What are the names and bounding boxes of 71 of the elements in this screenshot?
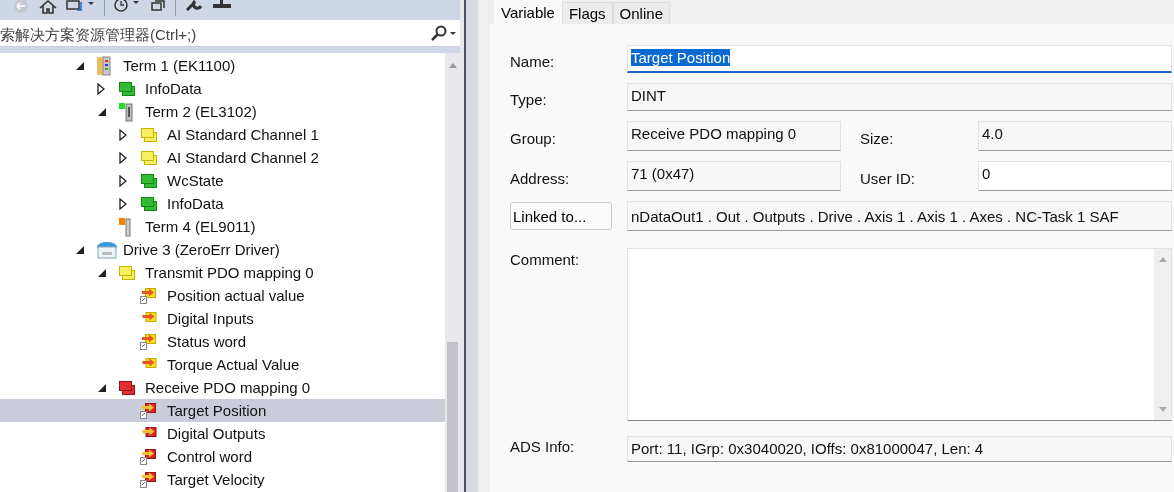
expanded-arrow-icon[interactable]	[75, 60, 85, 71]
tree-item[interactable]: Target Position	[0, 399, 445, 422]
folder-group-icon	[118, 80, 136, 97]
tree-item[interactable]: Status word	[0, 330, 445, 353]
tree-item[interactable]: Target Velocity	[0, 468, 445, 491]
field-label: Name:	[510, 52, 556, 70]
expanded-arrow-icon[interactable]	[97, 106, 107, 117]
folder-group-icon	[140, 149, 158, 166]
tree-item[interactable]: Receive PDO mapping 0	[0, 376, 445, 399]
tree-item[interactable]: AI Standard Channel 1	[0, 123, 445, 146]
tree-item[interactable]: Transmit PDO mapping 0	[0, 261, 445, 284]
collapsed-arrow-icon[interactable]	[119, 151, 127, 164]
field-label: Address:	[510, 169, 571, 187]
tree-item[interactable]: Term 2 (EL3102)	[0, 100, 445, 123]
tree-item[interactable]: InfoData	[0, 77, 445, 100]
size-field: 4.0	[978, 121, 1172, 151]
tree-item[interactable]: WcState	[0, 169, 445, 192]
type-field: DINT	[627, 83, 1172, 111]
collapsed-arrow-icon[interactable]	[97, 82, 105, 95]
splitter[interactable]	[460, 0, 480, 492]
coupler-module-icon	[96, 55, 112, 76]
collapsed-arrow-icon[interactable]	[119, 174, 127, 187]
ads-info-field: Port: 11, IGrp: 0x3040020, IOffs: 0x81000047, Len: 4	[627, 436, 1172, 462]
field-label: User ID:	[859, 169, 916, 187]
field-label: Group:	[510, 129, 557, 147]
tree-item[interactable]: InfoData	[0, 192, 445, 215]
collapsed-arrow-icon[interactable]	[119, 197, 127, 210]
field-label: Comment:	[510, 250, 581, 268]
tab[interactable]: Online	[612, 2, 670, 24]
linked-variable-icon	[140, 471, 157, 488]
tree-item[interactable]: Control word	[0, 445, 445, 468]
tree-item[interactable]: Digital Outputs	[0, 422, 445, 445]
field-label: ADS Info:	[510, 437, 576, 455]
scrollbar[interactable]	[445, 53, 460, 492]
linked-variable-icon	[140, 333, 157, 350]
tree-item[interactable]: Term 1 (EK1100)	[0, 54, 445, 77]
folder-group-icon	[140, 195, 158, 212]
linked-variable-icon	[140, 287, 157, 304]
linked-to-button[interactable]: Linked to...	[510, 202, 612, 230]
folder-group-icon	[118, 264, 136, 281]
folder-group-icon	[140, 126, 158, 143]
drive-device-icon	[96, 240, 118, 259]
variable-icon	[142, 312, 157, 322]
linked-variable-icon	[140, 448, 157, 465]
expanded-arrow-icon[interactable]	[97, 382, 107, 393]
tree-item[interactable]: Term 4 (EL9011)	[0, 215, 445, 238]
search-field[interactable]: 索解决方案资源管理器(Ctrl+;)	[0, 25, 430, 43]
linked-variable-icon	[140, 402, 157, 419]
address-field: 71 (0x47)	[627, 161, 841, 191]
field-label: Size:	[859, 129, 895, 147]
tree-item[interactable]: AI Standard Channel 2	[0, 146, 445, 169]
tree-item[interactable]: Digital Inputs	[0, 307, 445, 330]
user-id-field[interactable]: 0	[978, 161, 1172, 191]
tree-item[interactable]: Position actual value	[0, 284, 445, 307]
variable-icon	[142, 358, 157, 368]
expanded-arrow-icon[interactable]	[97, 267, 107, 278]
tree-item[interactable]: Torque Actual Value	[0, 353, 445, 376]
expanded-arrow-icon[interactable]	[75, 244, 85, 255]
collapsed-arrow-icon[interactable]	[119, 128, 127, 141]
tab[interactable]: Flags	[561, 2, 613, 24]
name-field[interactable]: Target Position	[627, 45, 1172, 73]
terminal-module-icon	[118, 101, 134, 122]
folder-group-icon	[140, 172, 158, 189]
linked-variable-field: nDataOut1 . Out . Outputs . Drive . Axis 1 . Axis 1 . Axes . NC-Task 1 SAF	[627, 201, 1172, 231]
folder-group-icon	[118, 379, 136, 396]
field-label: Type:	[510, 90, 548, 108]
tree-item[interactable]: Drive 3 (ZeroErr Driver)	[0, 238, 445, 261]
tab[interactable]: Variable	[494, 0, 562, 24]
variable-icon	[142, 427, 157, 437]
terminal-module-icon	[118, 216, 134, 237]
group-field: Receive PDO mapping 0	[627, 121, 841, 151]
